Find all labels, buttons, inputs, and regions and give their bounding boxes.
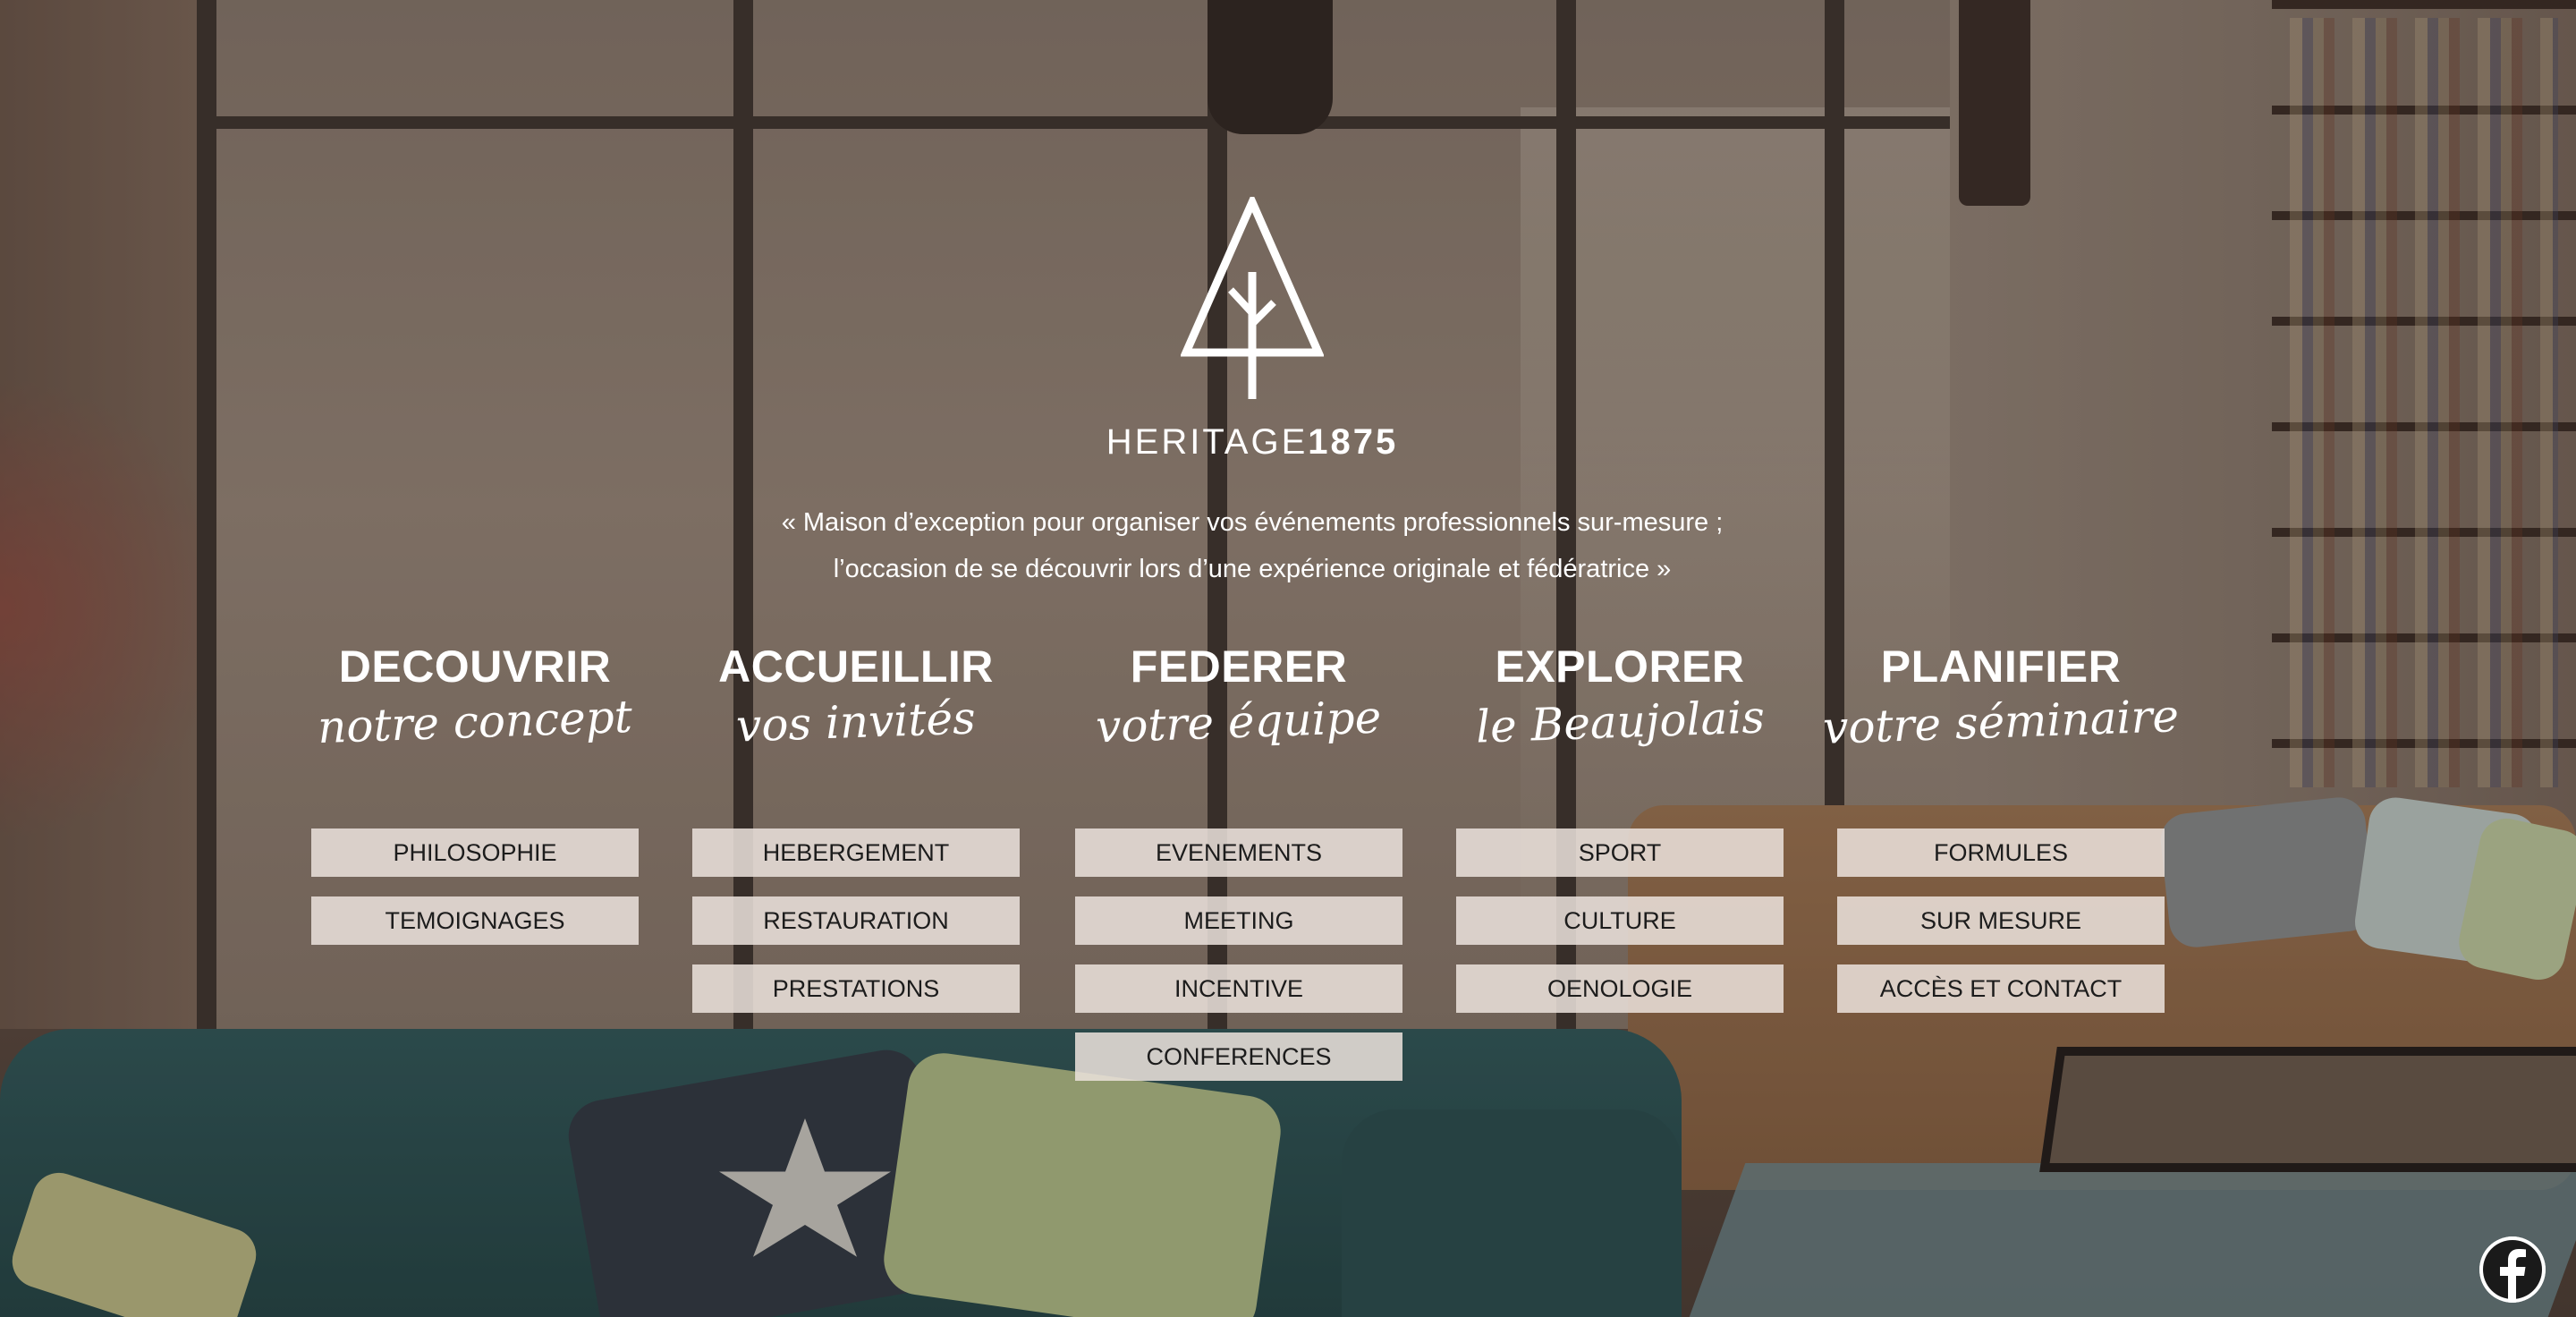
- philosophie-button[interactable]: PHILOSOPHIE: [311, 828, 639, 877]
- sport-button[interactable]: SPORT: [1456, 828, 1784, 877]
- column-buttons: HEBERGEMENT RESTAURATION PRESTATIONS: [692, 828, 1020, 1032]
- tagline-line-2: l’occasion de se découvrir lors d’une ex…: [833, 555, 1672, 583]
- tree-logo-icon: [1181, 197, 1324, 399]
- column-subtitle: votre séminaire: [1822, 690, 2180, 754]
- evenements-button[interactable]: EVENEMENTS: [1075, 828, 1402, 877]
- tagline: « Maison d’exception pour organiser vos …: [572, 499, 1932, 592]
- column-subtitle: le Beaujolais: [1474, 691, 1766, 753]
- column-federer: FEDERER votre équipe EVENEMENTS MEETING …: [1075, 637, 1402, 1081]
- sur-mesure-button[interactable]: SUR MESURE: [1837, 896, 2165, 945]
- temoignages-button[interactable]: TEMOIGNAGES: [311, 896, 639, 945]
- brand-logo[interactable]: HERITAGE1875: [1106, 197, 1395, 465]
- column-subtitle: votre équipe: [1095, 691, 1383, 753]
- prestations-button[interactable]: PRESTATIONS: [692, 964, 1020, 1013]
- brand-name-bold: 1875: [1308, 422, 1399, 462]
- column-buttons: SPORT CULTURE OENOLOGIE: [1456, 828, 1784, 1032]
- column-subtitle: notre concept: [317, 690, 633, 754]
- facebook-button[interactable]: [2479, 1236, 2546, 1303]
- column-accueillir: ACCUEILLIR vos invités HEBERGEMENT RESTA…: [692, 637, 1020, 1013]
- page-root: HERITAGE1875 « Maison d’exception pour o…: [0, 0, 2576, 1317]
- column-planifier: PLANIFIER votre séminaire FORMULES SUR M…: [1822, 637, 2180, 1013]
- formules-button[interactable]: FORMULES: [1837, 828, 2165, 877]
- menu-columns: DECOUVRIR notre concept PHILOSOPHIE TEMO…: [0, 637, 2576, 1102]
- brand-name: HERITAGE1875: [1106, 422, 1399, 463]
- column-buttons: EVENEMENTS MEETING INCENTIVE CONFERENCES: [1075, 828, 1402, 1100]
- incentive-button[interactable]: INCENTIVE: [1075, 964, 1402, 1013]
- acces-contact-button[interactable]: ACCÈS ET CONTACT: [1837, 964, 2165, 1013]
- column-buttons: FORMULES SUR MESURE ACCÈS ET CONTACT: [1837, 828, 2165, 1032]
- column-explorer: EXPLORER le Beaujolais SPORT CULTURE OEN…: [1456, 637, 1784, 1013]
- oenologie-button[interactable]: OENOLOGIE: [1456, 964, 1784, 1013]
- column-subtitle: vos invités: [735, 692, 977, 752]
- restauration-button[interactable]: RESTAURATION: [692, 896, 1020, 945]
- brand-name-light: HERITAGE: [1106, 422, 1309, 462]
- conferences-button[interactable]: CONFERENCES: [1075, 1032, 1402, 1081]
- column-decouvrir: DECOUVRIR notre concept PHILOSOPHIE TEMO…: [311, 637, 639, 945]
- hebergement-button[interactable]: HEBERGEMENT: [692, 828, 1020, 877]
- meeting-button[interactable]: MEETING: [1075, 896, 1402, 945]
- culture-button[interactable]: CULTURE: [1456, 896, 1784, 945]
- tagline-line-1: « Maison d’exception pour organiser vos …: [781, 508, 1724, 537]
- facebook-icon: [2479, 1236, 2546, 1303]
- column-buttons: PHILOSOPHIE TEMOIGNAGES: [311, 828, 639, 964]
